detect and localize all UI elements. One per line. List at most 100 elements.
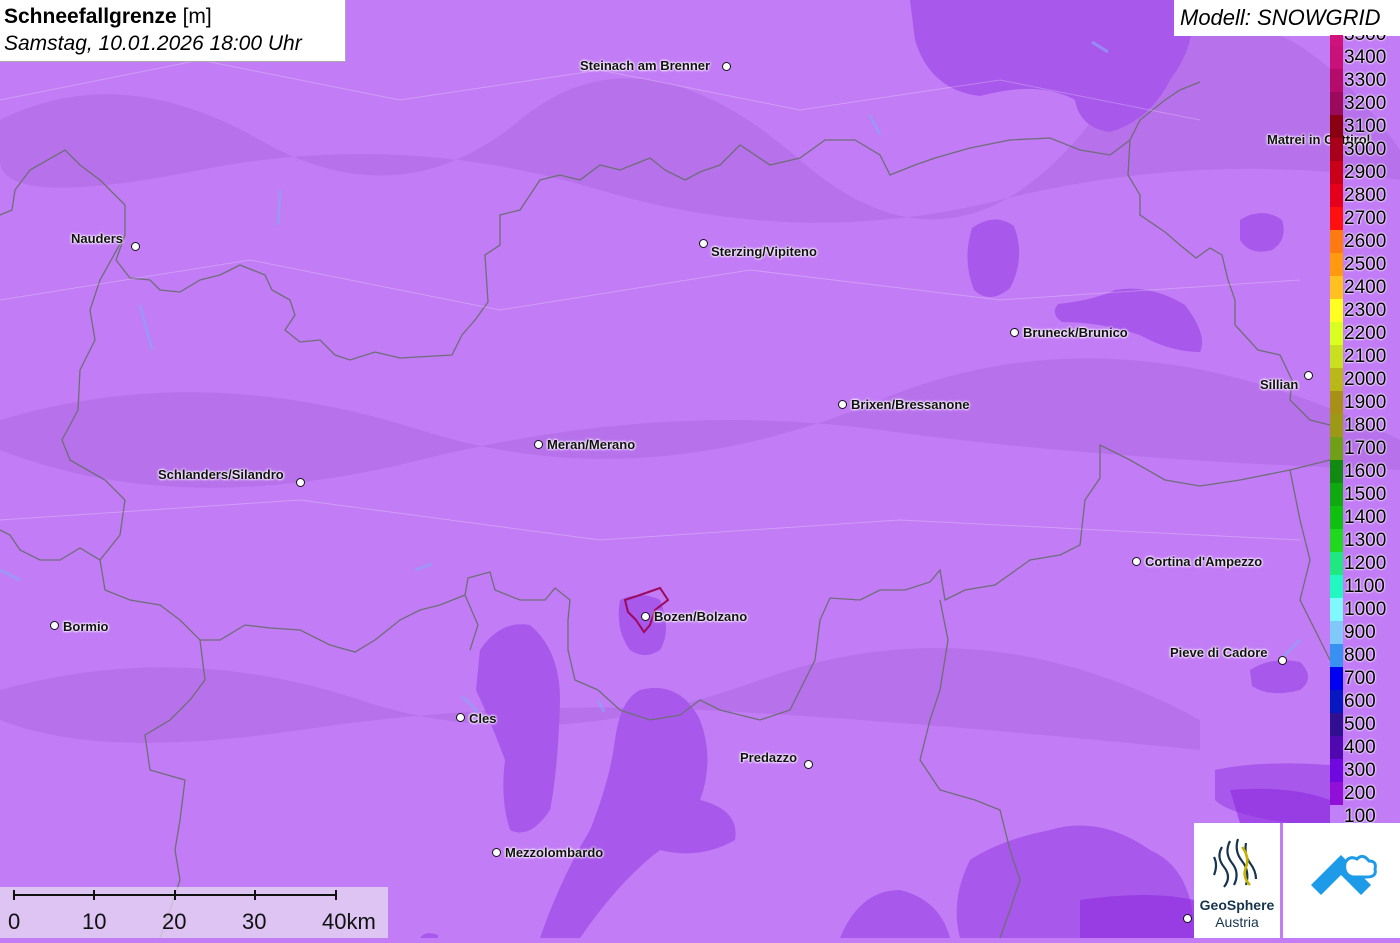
map-subtitle: Samstag, 10.01.2026 18:00 Uhr [4, 32, 302, 55]
legend-row: 200 [1330, 782, 1400, 805]
legend-label: 1200 [1344, 553, 1387, 574]
place-label[interactable]: Cles [469, 711, 496, 726]
legend-swatch [1330, 483, 1343, 506]
legend-label: 2200 [1344, 323, 1387, 344]
legend-label: 1900 [1344, 392, 1387, 413]
place-dot[interactable] [722, 62, 731, 71]
place-dot[interactable] [1183, 914, 1192, 923]
legend-swatch [1330, 575, 1343, 598]
legend-label: 1000 [1344, 599, 1387, 620]
legend-swatch [1330, 598, 1343, 621]
legend-row: 1200 [1330, 552, 1400, 575]
place-dot[interactable] [456, 713, 465, 722]
legend-row: 600 [1330, 690, 1400, 713]
legend-row: 900 [1330, 621, 1400, 644]
legend-row: 2100 [1330, 345, 1400, 368]
legend-row: 1900 [1330, 391, 1400, 414]
snowgrid-logo-icon [1311, 854, 1377, 895]
place-dot[interactable] [804, 760, 813, 769]
legend-swatch [1330, 667, 1343, 690]
place-label[interactable]: Brixen/Bressanone [851, 397, 970, 412]
legend-row: 400 [1330, 736, 1400, 759]
legend-swatch [1330, 713, 1343, 736]
legend-label: 3500 [1344, 35, 1386, 46]
place-label[interactable]: Meran/Merano [547, 437, 635, 452]
legend-label: 800 [1344, 645, 1376, 666]
title-unit: [m] [182, 5, 212, 28]
legend-swatch [1330, 138, 1343, 161]
place-dot[interactable] [492, 848, 501, 857]
legend-swatch [1330, 644, 1343, 667]
place-dot[interactable] [131, 242, 140, 251]
legend-row: 3400 [1330, 46, 1400, 69]
place-label[interactable]: Pieve di Cadore [1170, 645, 1268, 660]
snowgrid-logo[interactable] [1283, 823, 1400, 938]
legend-swatch [1330, 414, 1343, 437]
place-dot[interactable] [699, 239, 708, 248]
legend-row: 1300 [1330, 529, 1400, 552]
legend-swatch [1330, 35, 1343, 46]
legend-label: 1800 [1344, 415, 1387, 436]
place-dot[interactable] [50, 621, 59, 630]
place-dot[interactable] [296, 478, 305, 487]
place-label[interactable]: Sillian [1260, 377, 1298, 392]
legend-label: 3400 [1344, 47, 1387, 68]
scale-tick-label: 40km [322, 909, 376, 934]
place-label[interactable]: Bozen/Bolzano [654, 609, 747, 624]
place-label[interactable]: Schlanders/Silandro [158, 467, 284, 482]
place-dot[interactable] [1304, 371, 1313, 380]
place-label[interactable]: Nauders [71, 231, 123, 246]
legend-row: 1100 [1330, 575, 1400, 598]
legend-row: 2800 [1330, 184, 1400, 207]
legend-label: 2900 [1344, 162, 1387, 183]
legend-row: 2500 [1330, 253, 1400, 276]
geosphere-logo-icon [1212, 838, 1258, 888]
legend-swatch [1330, 690, 1343, 713]
legend-swatch [1330, 46, 1343, 69]
place-label[interactable]: Bormio [63, 619, 109, 634]
legend-row: 100 [1330, 805, 1400, 823]
legend-row: 1700 [1330, 437, 1400, 460]
legend-label: 200 [1344, 783, 1376, 804]
place-label[interactable]: Predazzo [740, 750, 797, 765]
legend-label: 3000 [1344, 139, 1387, 160]
map-title: Schneefallgrenze [m] [4, 3, 341, 30]
legend-swatch [1330, 529, 1343, 552]
place-label[interactable]: Cortina d'Ampezzo [1145, 554, 1262, 569]
legend-row: 2000 [1330, 368, 1400, 391]
legend-row: 500 [1330, 713, 1400, 736]
legend-swatch [1330, 736, 1343, 759]
place-dot[interactable] [838, 400, 847, 409]
geosphere-logo[interactable]: GeoSphere Austria [1194, 823, 1280, 938]
legend-label: 100 [1344, 806, 1376, 823]
legend-row: 2300 [1330, 299, 1400, 322]
place-label[interactable]: Bruneck/Brunico [1023, 325, 1128, 340]
place-dot[interactable] [641, 612, 650, 621]
place-dot[interactable] [1278, 656, 1287, 665]
legend-row: 3100 [1330, 115, 1400, 138]
model-label: Modell: SNOWGRID [1174, 0, 1400, 36]
legend-label: 400 [1344, 737, 1376, 758]
legend-swatch [1330, 506, 1343, 529]
place-label[interactable]: Steinach am Brenner [580, 58, 710, 73]
legend-swatch [1330, 299, 1343, 322]
legend-swatch [1330, 782, 1343, 805]
place-label[interactable]: Mezzolombardo [505, 845, 603, 860]
legend-label: 900 [1344, 622, 1376, 643]
legend-swatch [1330, 322, 1343, 345]
place-dot[interactable] [1132, 557, 1141, 566]
legend-label: 3300 [1344, 70, 1387, 91]
place-label[interactable]: Sterzing/Vipiteno [711, 244, 817, 259]
legend-label: 1500 [1344, 484, 1387, 505]
legend-row: 1000 [1330, 598, 1400, 621]
place-dot[interactable] [534, 440, 543, 449]
legend-row: 700 [1330, 667, 1400, 690]
legend-label: 1400 [1344, 507, 1387, 528]
color-legend: 3500340033003200310030002900280027002600… [1330, 35, 1400, 823]
legend-label: 2600 [1344, 231, 1387, 252]
legend-row: 1800 [1330, 414, 1400, 437]
legend-label: 2100 [1344, 346, 1387, 367]
legend-row: 2600 [1330, 230, 1400, 253]
legend-label: 3200 [1344, 93, 1387, 114]
place-dot[interactable] [1010, 328, 1019, 337]
